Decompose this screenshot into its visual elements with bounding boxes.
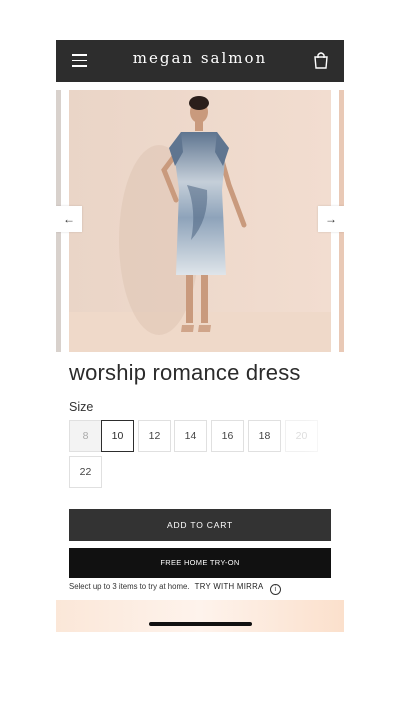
app-screen: megan salmon ← → worship romance dress S… bbox=[56, 40, 344, 632]
try-on-note-text: Select up to 3 items to try at home. bbox=[69, 582, 190, 591]
product-title: worship romance dress bbox=[69, 360, 301, 385]
size-option-14[interactable]: 14 bbox=[174, 420, 207, 452]
product-photo bbox=[69, 90, 331, 352]
info-icon[interactable]: i bbox=[269, 584, 281, 595]
size-option-20[interactable]: 20 bbox=[285, 420, 318, 452]
add-to-cart-button[interactable]: ADD TO CART bbox=[69, 509, 331, 541]
size-option-12[interactable]: 12 bbox=[138, 420, 171, 452]
brand-logo[interactable]: megan salmon bbox=[116, 49, 284, 67]
next-image-arrow[interactable]: → bbox=[318, 206, 344, 232]
free-home-try-on-button[interactable]: FREE HOME TRY-ON bbox=[69, 548, 331, 578]
size-option-16[interactable]: 16 bbox=[211, 420, 244, 452]
previous-image-arrow[interactable]: ← bbox=[56, 206, 82, 232]
size-option-18[interactable]: 18 bbox=[248, 420, 281, 452]
try-with-mirra-link[interactable]: TRY WITH MIRRA bbox=[195, 582, 264, 591]
shopping-bag-icon[interactable] bbox=[313, 51, 329, 69]
top-navigation-bar: megan salmon bbox=[56, 40, 344, 82]
home-indicator bbox=[149, 622, 252, 626]
bottom-gradient-strip bbox=[56, 600, 344, 632]
size-option-22[interactable]: 22 bbox=[69, 456, 102, 488]
try-on-note: Select up to 3 items to try at home. TRY… bbox=[69, 582, 281, 595]
size-option-8[interactable]: 8 bbox=[69, 420, 102, 452]
size-option-10[interactable]: 10 bbox=[101, 420, 134, 452]
hamburger-menu-icon[interactable] bbox=[72, 54, 87, 67]
product-image-carousel[interactable]: ← → bbox=[56, 82, 344, 352]
size-label: Size bbox=[69, 400, 94, 414]
